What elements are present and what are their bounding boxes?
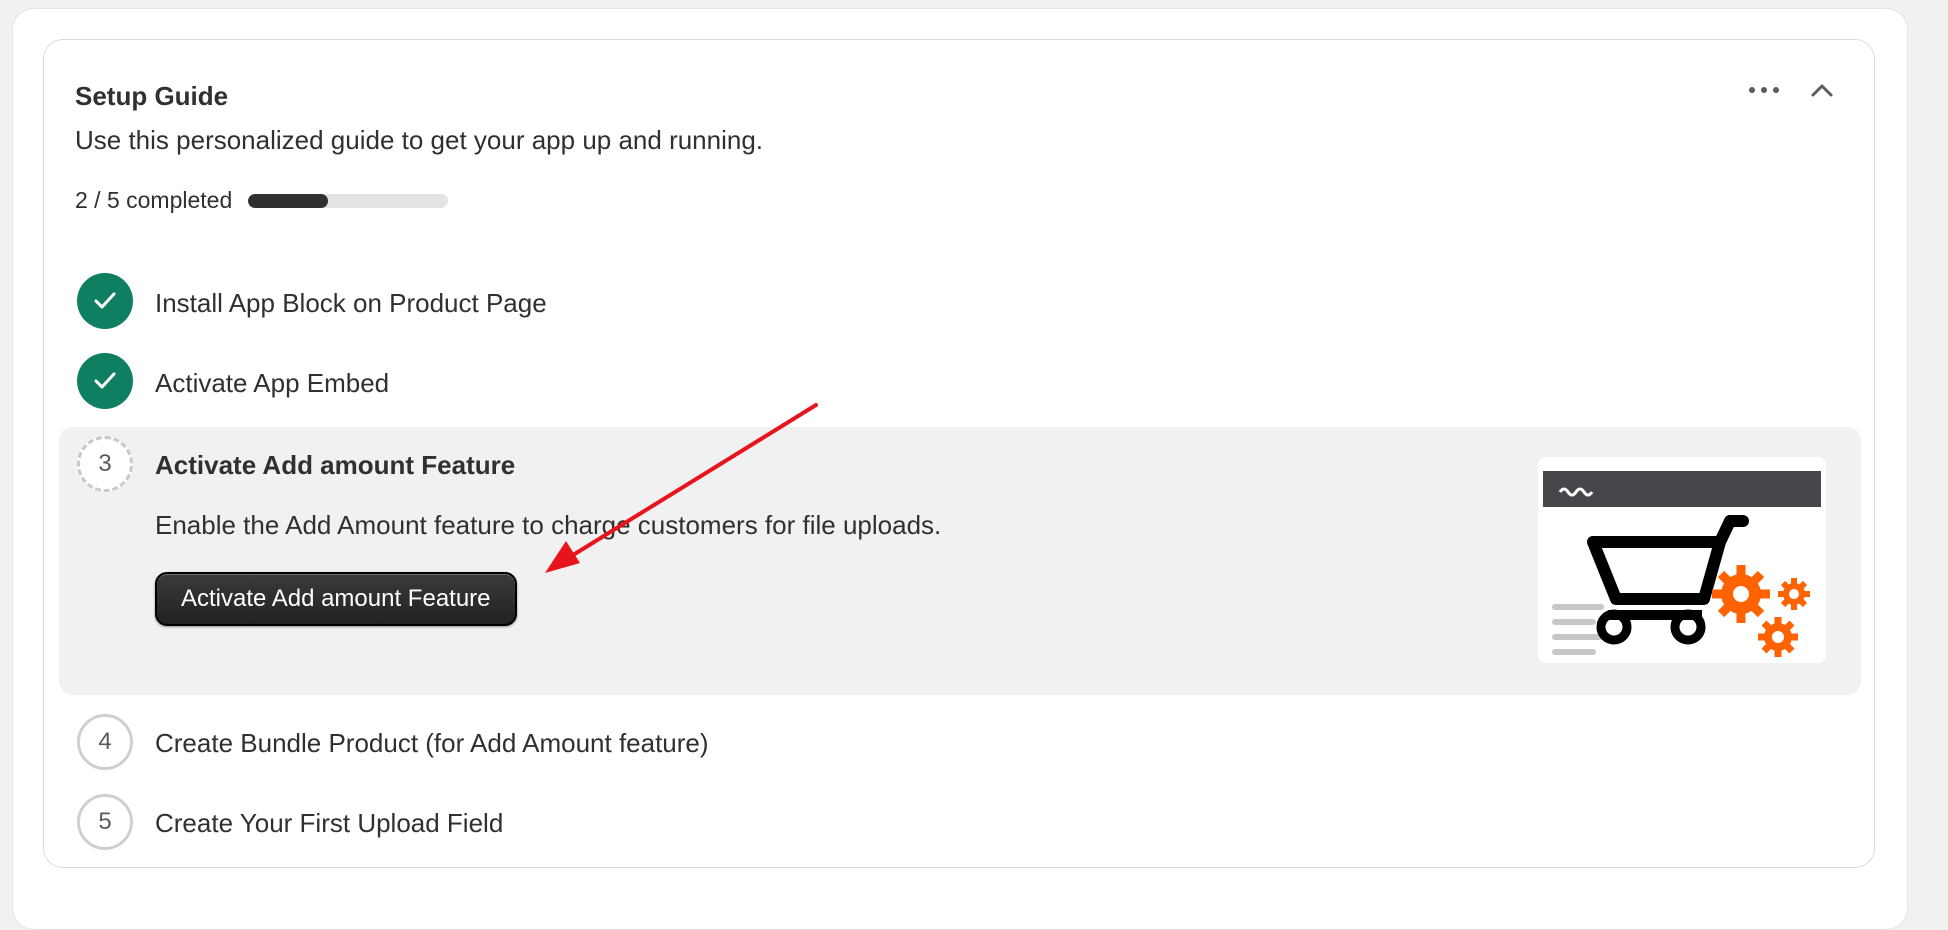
checkmark-icon [94,292,116,309]
step-number-indicator: 4 [77,714,133,770]
setup-guide-title: Setup Guide [75,81,229,111]
step-number-indicator: 5 [77,794,133,850]
step-item-1[interactable]: Install App Block on Product Page [59,268,1861,334]
chevron-up-icon [1811,84,1833,97]
activate-add-amount-button[interactable]: Activate Add amount Feature [155,572,517,626]
progress-bar-fill [248,193,329,208]
step-item-4[interactable]: 4 Create Bundle Product (for Add Amount … [59,710,1861,774]
more-actions-button[interactable] [1746,72,1782,108]
step-description: Enable the Add Amount feature to charge … [155,510,942,540]
progress-bar [248,193,449,208]
step-number-indicator: 3 [77,436,133,492]
setup-guide-subtitle: Use this personalized guide to get your … [75,125,764,155]
card-header-actions [1746,72,1840,108]
step-item-5[interactable]: 5 Create Your First Upload Field [59,790,1861,854]
step-title: Create Your First Upload Field [155,808,504,838]
step-complete-indicator [77,353,133,409]
step-title: Activate App Embed [155,368,390,398]
step-item-3[interactable]: 3 Activate Add amount Feature Enable the… [59,427,1861,695]
step-item-2[interactable]: Activate App Embed [59,348,1861,414]
step-title: Activate Add amount Feature [155,450,516,480]
shopping-cart-settings-illustration [1538,457,1826,663]
collapse-button[interactable] [1804,72,1840,108]
progress-label: 2 / 5 completed [75,187,233,213]
setup-guide-card: Setup Guide Use this personalized guide … [43,39,1875,868]
step-complete-indicator [77,273,133,329]
progress-row: 2 / 5 completed [75,187,449,214]
more-horizontal-icon [1749,87,1779,93]
step-title: Create Bundle Product (for Add Amount fe… [155,728,709,758]
shopping-cart-gears-icon [1543,471,1821,657]
checkmark-icon [94,372,116,389]
step-title: Install App Block on Product Page [155,288,547,318]
